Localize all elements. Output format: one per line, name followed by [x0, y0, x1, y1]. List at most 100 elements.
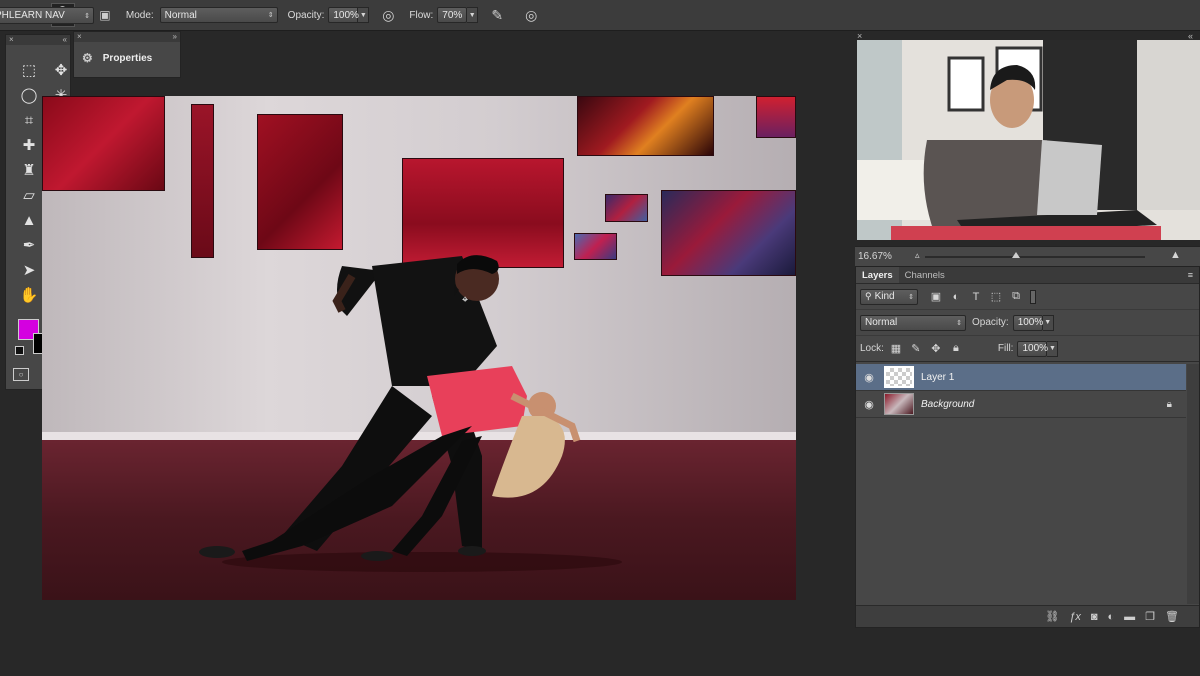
pressure-opacity-icon[interactable]: ◎ — [377, 4, 399, 26]
layer-name[interactable]: Layer 1 — [921, 372, 954, 383]
layer-thumbnail — [884, 366, 914, 388]
blur-tool-icon[interactable]: ▲ — [16, 209, 42, 231]
new-layer-icon[interactable]: ❐ — [1145, 610, 1155, 623]
layer-thumbnail — [884, 393, 914, 415]
flow-slider-toggle[interactable]: ▼ — [467, 7, 479, 23]
opacity-slider-toggle[interactable]: ▼ — [358, 7, 370, 23]
fill-value: 100% — [1022, 343, 1049, 354]
document-canvas[interactable]: ⌖ — [42, 96, 796, 600]
filter-kind-select[interactable]: ⚲ Kind ⇕ — [860, 288, 918, 305]
mode-label: Mode: — [125, 9, 154, 21]
fill-toggle[interactable]: ▼ — [1047, 340, 1059, 357]
properties-button[interactable]: ⚙ Properties — [74, 42, 180, 65]
fill-input[interactable]: 100% — [1017, 340, 1049, 357]
zoom-in-icon[interactable]: ▲ — [1170, 249, 1181, 261]
blend-row: Normal ⇕ Opacity: 100% ▼ — [856, 310, 1199, 336]
quick-mask-icon[interactable]: ○ — [13, 368, 29, 381]
pressure-size-icon[interactable]: ◎ — [520, 4, 542, 26]
zoom-out-icon[interactable]: ▵ — [915, 250, 920, 261]
zoom-slider-thumb[interactable] — [1012, 252, 1020, 258]
link-layers-icon[interactable]: ⛓︎ — [1045, 610, 1059, 623]
clone-stamp-tool-icon[interactable]: ♜ — [16, 159, 42, 181]
flow-value: 70% — [442, 9, 463, 21]
path-selection-tool-icon[interactable]: ➤ — [16, 259, 42, 281]
presenter-video-image — [857, 40, 1200, 240]
flow-label: Flow: — [409, 9, 434, 21]
mode-value: Normal — [164, 9, 197, 21]
filter-toggle[interactable] — [1030, 289, 1036, 304]
shape-filter-icon[interactable]: ⬚ — [986, 289, 1006, 305]
tab-channels[interactable]: Channels — [899, 267, 951, 283]
lock-transparent-icon[interactable]: ▦ — [886, 341, 906, 357]
add-mask-icon[interactable]: ◙ — [1091, 611, 1098, 623]
blend-arrows-icon: ⇕ — [956, 319, 962, 327]
tools-panel-header[interactable]: × « — [6, 35, 70, 45]
collapse-icon[interactable]: « — [63, 35, 67, 45]
blend-mode-select[interactable]: Normal ⇕ — [860, 314, 966, 331]
pen-tool-icon[interactable]: ✒ — [16, 234, 42, 256]
layer-opacity-label: Opacity: — [972, 317, 1009, 328]
photo-dancers — [199, 255, 622, 572]
layers-footer: ⛓︎ ƒx ◙ ◐ ▬ ❐ 🗑︎ — [856, 605, 1199, 627]
adjustment-layer-icon[interactable]: ◐ — [1108, 611, 1115, 623]
brush-cursor-icon — [454, 284, 459, 296]
layer-row-background[interactable]: ◉ Background 🔒︎ — [856, 391, 1186, 418]
crop-tool-icon[interactable]: ⌗ — [16, 109, 42, 131]
lock-all-icon[interactable]: 🔒︎ — [946, 341, 966, 357]
layer-name[interactable]: Background — [921, 399, 974, 410]
opacity-input[interactable]: 100% — [328, 7, 359, 23]
workspace-arrows-icon: ⇕ — [84, 12, 90, 20]
hand-tool-icon[interactable]: ✋ — [16, 284, 42, 306]
properties-panel-header[interactable]: ×» — [74, 32, 180, 42]
properties-icon: ⚙ — [82, 51, 93, 65]
blend-mode-value: Normal — [865, 317, 898, 328]
mode-select[interactable]: Normal ⇕ — [159, 7, 278, 23]
move-tool-icon[interactable]: ✥ — [48, 59, 74, 81]
properties-title: Properties — [102, 52, 153, 64]
navigator-preview[interactable] — [857, 40, 1200, 240]
healing-brush-tool-icon[interactable]: ✚ — [16, 134, 42, 156]
expand-icon[interactable]: » — [173, 32, 177, 42]
type-filter-icon[interactable]: T — [966, 289, 986, 305]
lock-label: Lock: — [860, 343, 884, 354]
tab-layers[interactable]: Layers — [856, 267, 899, 283]
visibility-eye-icon[interactable]: ◉ — [856, 398, 882, 411]
marquee-tool-icon[interactable]: ⬚ — [16, 59, 42, 81]
visibility-eye-icon[interactable]: ◉ — [856, 371, 882, 384]
layer-style-icon[interactable]: ƒx — [1069, 611, 1081, 623]
layer-row-layer-1[interactable]: ◉ Layer 1 — [856, 364, 1186, 391]
lock-position-icon[interactable]: ✥ — [926, 341, 946, 357]
zoom-level[interactable]: 16.67% — [858, 251, 892, 262]
close-icon[interactable]: × — [9, 35, 14, 45]
search-icon: ⚲ — [865, 291, 872, 301]
delete-layer-icon[interactable]: 🗑︎ — [1165, 610, 1179, 623]
filter-kind-value: Kind — [874, 291, 895, 302]
smart-object-filter-icon[interactable]: ⧉ — [1006, 289, 1026, 305]
adjustment-filter-icon[interactable]: ◐ — [946, 289, 966, 305]
navigator-zoom-bar: 16.67% ▵ ▲ — [855, 246, 1200, 266]
layers-panel: Layers Channels ≡ ⚲ Kind ⇕ ▣ ◐ T ⬚ ⧉ Norma… — [855, 266, 1200, 628]
airbrush-icon[interactable]: ✎ — [486, 4, 508, 26]
flow-input[interactable]: 70% — [437, 7, 468, 23]
eraser-tool-icon[interactable]: ▱ — [16, 184, 42, 206]
close-icon[interactable]: × — [77, 32, 82, 42]
opacity-value: 100% — [333, 9, 359, 21]
layer-opacity-input[interactable]: 100% — [1012, 314, 1044, 331]
options-bar: ▼ 75 ▼ ▣ Mode: Normal⇕ Opacity: 100% ▼ ◎… — [0, 0, 1200, 31]
layer-opacity-value: 100% — [1017, 317, 1044, 328]
pixel-filter-icon[interactable]: ▣ — [926, 289, 946, 305]
lasso-tool-icon[interactable]: ◯ — [16, 84, 42, 106]
properties-panel: ×» ⚙ Properties — [73, 31, 181, 78]
workspace-switcher[interactable]: PHLEARN NAV ⇕ — [0, 7, 94, 24]
new-group-icon[interactable]: ▬ — [1124, 611, 1135, 623]
zoom-slider[interactable] — [925, 256, 1145, 258]
fill-label: Fill: — [997, 343, 1014, 354]
layers-scrollbar[interactable] — [1187, 364, 1199, 604]
panel-menu-icon[interactable]: ≡ — [1188, 270, 1193, 280]
workspace-name: PHLEARN NAV — [0, 10, 65, 21]
lock-pixels-icon[interactable]: ✎ — [906, 341, 926, 357]
lock-row: Lock: ▦ ✎ ✥ 🔒︎ Fill: 100% ▼ — [856, 336, 1199, 362]
default-colors-icon[interactable] — [15, 346, 24, 355]
layer-opacity-toggle[interactable]: ▼ — [1042, 314, 1054, 331]
brush-panel-toggle-icon[interactable]: ▣ — [94, 4, 116, 26]
